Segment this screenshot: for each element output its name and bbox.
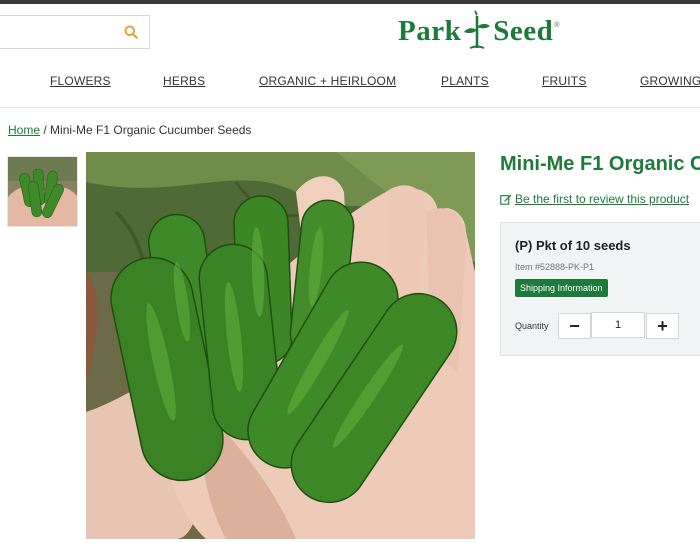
nav-item-organic-heirloom[interactable]: ORGANIC + HEIRLOOM xyxy=(259,74,396,88)
edit-icon xyxy=(500,194,512,205)
search-input[interactable] xyxy=(0,16,110,48)
breadcrumb-current: Mini-Me F1 Organic Cucumber Seeds xyxy=(50,123,252,137)
review-link-text: Be the first to review this product xyxy=(515,192,690,206)
logo-word-seed: Seed xyxy=(493,14,554,47)
breadcrumb-separator: / xyxy=(40,123,51,137)
logo-word-park: Park xyxy=(398,14,462,47)
thumbnail-image xyxy=(8,157,77,226)
quantity-increase-button[interactable]: + xyxy=(646,313,679,339)
search-button[interactable] xyxy=(113,16,149,48)
product-thumbnail[interactable] xyxy=(7,156,78,227)
seedling-icon xyxy=(464,10,491,49)
nav-item-plants[interactable]: PLANTS xyxy=(441,74,489,88)
review-link[interactable]: Be the first to review this product xyxy=(500,192,689,206)
breadcrumb-home-link[interactable]: Home xyxy=(8,123,40,137)
item-number: Item #52888-PK-P1 xyxy=(515,262,595,272)
top-bar xyxy=(0,0,700,4)
quantity-decrease-button[interactable]: − xyxy=(558,313,591,339)
nav-item-flowers[interactable]: FLOWERS xyxy=(50,74,111,88)
search-box xyxy=(0,15,150,49)
registered-mark: ® xyxy=(554,22,560,29)
search-icon xyxy=(124,25,138,39)
nav-item-growing[interactable]: GROWING S xyxy=(640,74,700,88)
product-option-name: (P) Pkt of 10 seeds xyxy=(515,238,631,253)
cucumbers-photo xyxy=(86,152,475,539)
nav-divider xyxy=(0,107,700,108)
quantity-input[interactable] xyxy=(591,312,645,338)
park-seed-logo[interactable]: Park Seed ® xyxy=(398,10,559,52)
product-main-image[interactable] xyxy=(86,152,475,539)
breadcrumb: Home / Mini-Me F1 Organic Cucumber Seeds xyxy=(8,123,251,137)
nav-item-herbs[interactable]: HERBS xyxy=(163,74,205,88)
nav-item-fruits[interactable]: FRUITS xyxy=(542,74,587,88)
quantity-label: Quantity xyxy=(515,321,549,331)
product-title: Mini-Me F1 Organic C xyxy=(500,153,700,175)
shipping-information-button[interactable]: Shipping Information xyxy=(515,279,608,297)
main-nav: FLOWERS HERBS ORGANIC + HEIRLOOM PLANTS … xyxy=(0,74,700,92)
